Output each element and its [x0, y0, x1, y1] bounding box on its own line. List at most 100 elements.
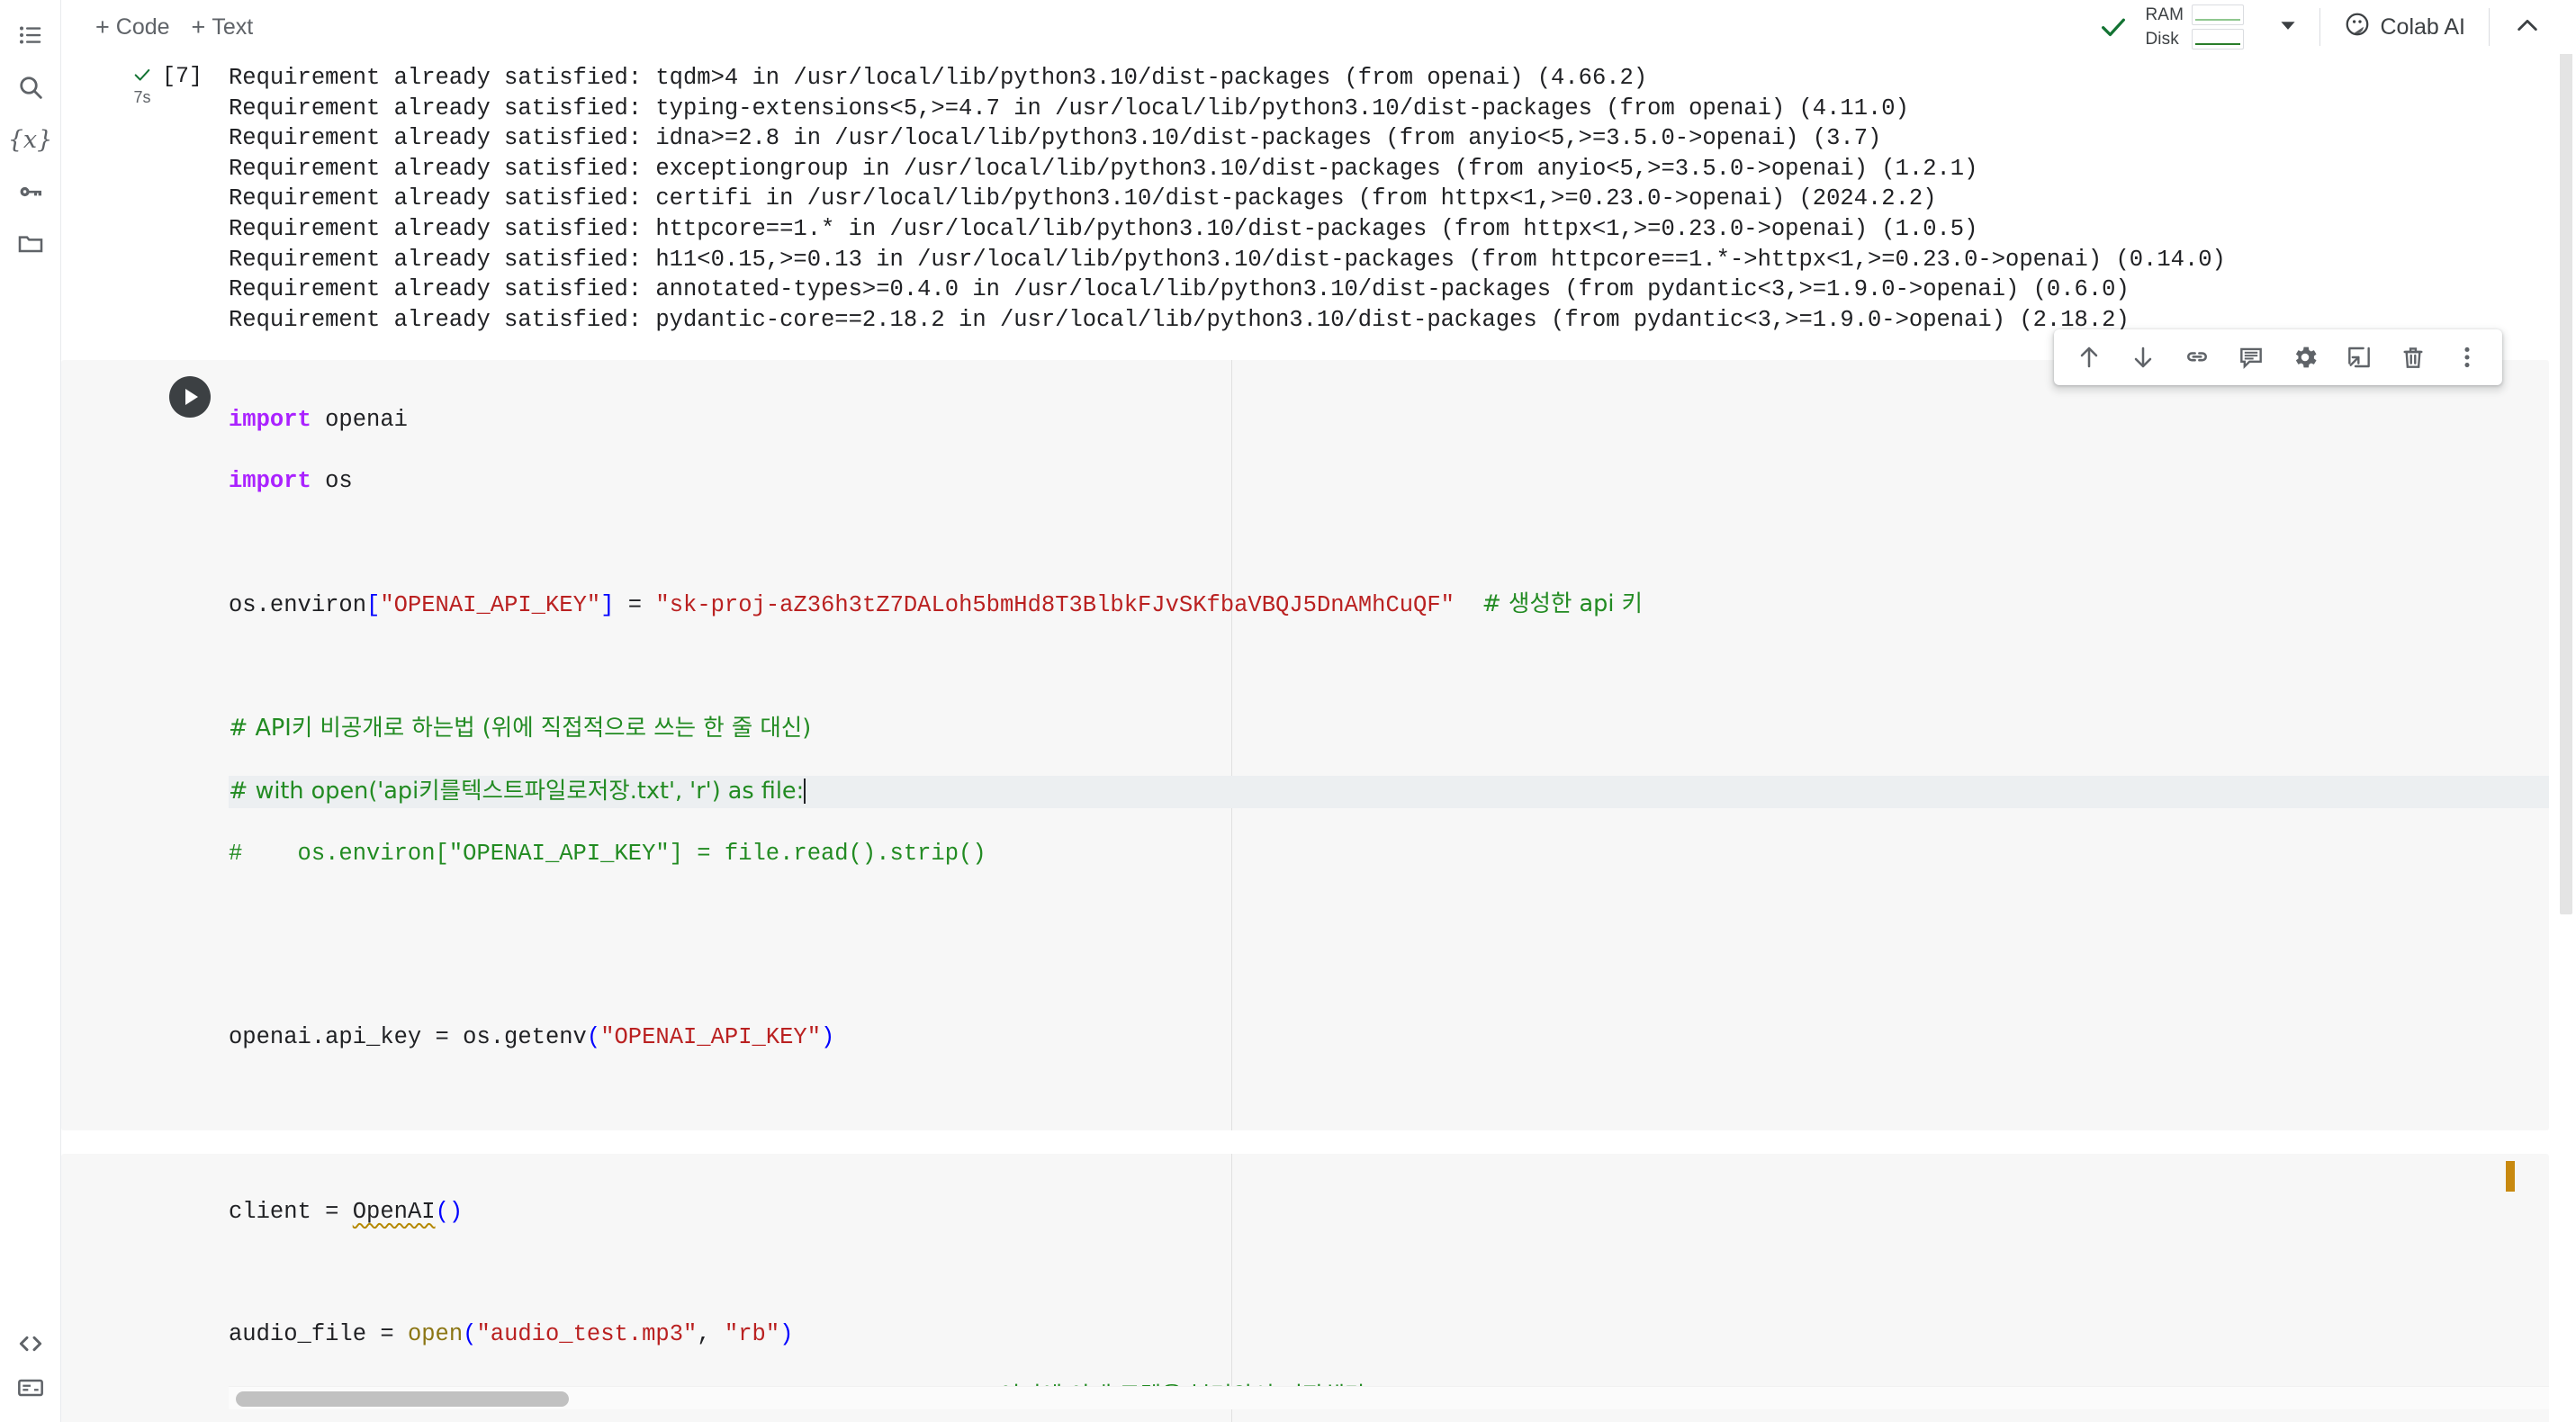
more-cell-actions-button[interactable] [2441, 331, 2493, 383]
horizontal-scrollbar-thumb[interactable] [236, 1391, 569, 1407]
code-line: os.environ["OPENAI_API_KEY"] = "sk-proj-… [229, 589, 2549, 621]
token-bracket: ) [821, 1024, 835, 1051]
add-code-cell-button[interactable]: + Code [85, 11, 181, 44]
notebook-main: + Code + Text RAM Disk Colab AI 7s [7] R… [61, 0, 2576, 1422]
output-horizontal-scrollbar[interactable] [229, 1386, 2549, 1409]
token-keyword: import [229, 468, 311, 495]
output-line: Requirement already satisfied: tqdm>4 in… [229, 65, 1648, 91]
mirror-cell-in-tab-button[interactable] [2333, 331, 2385, 383]
toolbar-right-group: RAM Disk Colab AI [2098, 4, 2562, 50]
token-builtin: open [407, 1321, 464, 1348]
code-line: import os [229, 466, 2549, 497]
search-icon [16, 73, 45, 102]
token-keyword: import [229, 407, 311, 434]
output-line: Requirement already satisfied: pydantic-… [229, 306, 2130, 333]
sidebar-item-code-snippets[interactable] [5, 1318, 57, 1370]
code-line: # API키 비공개로 하는법 (위에 직접적으로 쓰는 한 줄 대신) [229, 713, 2549, 745]
notebook-vertical-scrollbar[interactable] [2556, 0, 2576, 1422]
token-comment: # API키 비공개로 하는법 (위에 직접적으로 쓰는 한 줄 대신) [229, 715, 812, 742]
ram-label: RAM [2145, 4, 2184, 24]
runtime-dropdown-button[interactable] [2256, 14, 2319, 41]
token-class-name: OpenAI [352, 1199, 436, 1226]
sidebar-item-terminal[interactable] [5, 1370, 57, 1422]
sidebar-item-table-of-contents[interactable] [5, 9, 57, 61]
copy-link-to-cell-button[interactable] [2171, 331, 2223, 383]
connected-status-icon[interactable] [2098, 12, 2145, 42]
token-string: "rb" [724, 1321, 780, 1348]
terminal-icon [16, 1373, 45, 1402]
cell-action-toolbar[interactable] [2054, 329, 2502, 386]
cell-settings-button[interactable] [2279, 331, 2331, 383]
sidebar-item-search[interactable] [5, 61, 57, 113]
cell-api-key-editor[interactable]: import openai import os os.environ["OPEN… [61, 329, 2549, 1131]
output-line: Requirement already satisfied: annotated… [229, 276, 2130, 303]
token-name: openai.api_key = os.getenv [229, 1024, 587, 1051]
code-brackets-icon [16, 1329, 45, 1358]
add-comment-button[interactable] [2225, 331, 2277, 383]
cell-api-key[interactable]: 0s [61, 329, 2576, 1131]
code-line: audio_file = open("audio_test.mp3", "rb"… [229, 1319, 2549, 1350]
ram-row: RAM [2145, 4, 2245, 25]
token-bracket: [ [366, 592, 381, 619]
add-text-cell-button[interactable]: + Text [181, 11, 265, 44]
token-string: "OPENAI_API_KEY" [600, 1024, 822, 1051]
token-comment: # os.environ["OPENAI_API_KEY"] = file.re… [229, 841, 986, 868]
token-parens: ( [463, 1321, 477, 1348]
code-line: client = OpenAI() [229, 1197, 2549, 1228]
caret-down-icon [2276, 21, 2300, 40]
delete-cell-button[interactable] [2387, 331, 2439, 383]
token-comment: # with open('api키를텍스트파일로저장.txt', 'r') as… [229, 778, 805, 806]
sidebar-item-files[interactable] [5, 218, 57, 270]
code-line-current: # with open('api키를텍스트파일로저장.txt', 'r') as… [229, 776, 2549, 809]
cell-10-code[interactable]: client = OpenAI() audio_file = open("aud… [61, 1154, 2549, 1422]
token-api-key-string: "sk-proj-aZ36h3tZ7DALoh5bmHd8T3BlbkFJvSK… [655, 592, 1455, 619]
token-operator: = [614, 592, 656, 619]
colab-ai-label: Colab AI [2380, 14, 2465, 40]
resource-usage-meter[interactable]: RAM Disk [2145, 4, 2256, 50]
colab-ai-button[interactable]: Colab AI [2320, 11, 2489, 44]
code-line: openai.api_key = os.getenv("OPENAI_API_K… [229, 1022, 2549, 1053]
cell-7-exec-time: 7s [133, 88, 151, 106]
code-line: # os.environ["OPENAI_API_KEY"] = file.re… [229, 839, 2549, 869]
output-line: Requirement already satisfied: httpcore=… [229, 215, 1978, 242]
notebook-scroll-area[interactable]: 7s [7] Requirement already satisfied: tq… [61, 54, 2576, 1422]
token-comma: , [697, 1321, 725, 1348]
cell-api-key-code[interactable]: import openai import os os.environ["OPEN… [61, 360, 2549, 1130]
cell-7-label: [7] [162, 63, 203, 89]
output-line: Requirement already satisfied: exception… [229, 155, 1978, 182]
cell-7[interactable]: 7s [7] Requirement already satisfied: tq… [61, 54, 2576, 338]
notebook-toolbar: + Code + Text RAM Disk Colab AI [61, 0, 2576, 54]
output-line: Requirement already satisfied: certifi i… [229, 185, 1937, 212]
collapse-header-button[interactable] [2490, 11, 2562, 44]
cell-10[interactable]: [10] client = OpenAI() audio_file = open… [61, 1154, 2576, 1422]
check-icon [130, 65, 155, 86]
token-bracket: ] [600, 592, 615, 619]
cell-10-editor[interactable]: client = OpenAI() audio_file = open("aud… [61, 1154, 2549, 1422]
list-icon [17, 22, 44, 49]
ram-bar [2192, 4, 2245, 25]
token-module: openai [311, 407, 408, 434]
add-code-label: Code [115, 14, 170, 40]
move-cell-up-button[interactable] [2063, 331, 2115, 383]
cell-7-status: 7s [130, 65, 155, 105]
token-name: audio_file = [229, 1321, 408, 1348]
disk-bar [2192, 29, 2245, 50]
add-text-label: Text [212, 14, 254, 40]
plus-icon: + [95, 13, 110, 40]
sidebar-item-variables[interactable]: {x} [5, 113, 57, 166]
move-cell-down-button[interactable] [2117, 331, 2169, 383]
plus-icon: + [191, 13, 206, 40]
colab-ai-face-icon [2344, 11, 2371, 44]
token-bracket: ( [586, 1024, 601, 1051]
output-line: Requirement already satisfied: idna>=2.8… [229, 125, 1882, 152]
notebook-cells: 7s [7] Requirement already satisfied: tq… [61, 54, 2576, 1422]
vertical-scrollbar-thumb[interactable] [2560, 32, 2572, 914]
disk-row: Disk [2145, 29, 2245, 50]
text-cursor [804, 778, 806, 805]
sidebar-item-secrets[interactable] [5, 166, 57, 218]
token-comment: # 생성한 api 키 [1482, 590, 1643, 618]
